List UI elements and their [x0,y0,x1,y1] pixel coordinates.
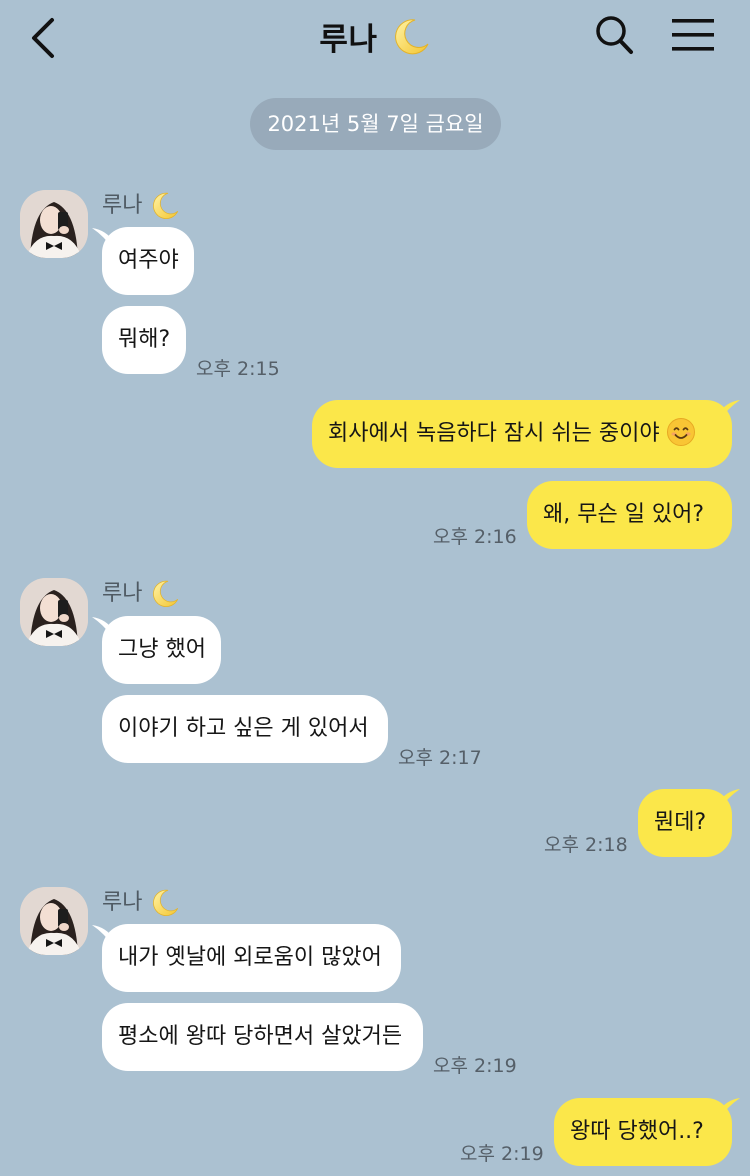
bubble-tail [718,789,740,811]
bubble-tail [718,1098,740,1120]
profile-photo [20,887,88,955]
bubble-tail [718,400,740,422]
message-text: 회사에서 녹음하다 잠시 쉬는 중이야 [328,421,660,446]
sender-name: 루나 [102,190,180,222]
avatar[interactable] [20,887,88,955]
message-bubble[interactable]: 왕따 당했어..? [554,1098,732,1166]
message-bubble[interactable]: 이야기 하고 싶은 게 있어서 [102,695,388,763]
crescent-moon-icon [153,580,179,607]
message-bubble[interactable]: 평소에 왕따 당하면서 살았거든 [102,1003,423,1071]
message-time: 오후 2:17 [398,747,482,769]
message-bubble[interactable]: 그냥 했어 [102,616,221,684]
smiling-face-emoji [666,418,695,446]
message-time: 오후 2:16 [433,526,517,548]
message-time: 오후 2:15 [196,358,280,380]
avatar[interactable] [20,578,88,646]
message-bubble[interactable]: 내가 옛날에 외로움이 많았어 [102,924,401,992]
sender-name: 루나 [102,578,180,610]
chat-title-area: 루나 [0,14,750,60]
chat-header: 루나 [0,0,750,80]
message-time: 오후 2:19 [433,1055,517,1077]
search-icon [596,16,633,54]
message-bubble[interactable]: 회사에서 녹음하다 잠시 쉬는 중이야 [312,400,732,468]
avatar[interactable] [20,190,88,258]
profile-photo [20,190,88,258]
message-bubble[interactable]: 왜, 무슨 일 있어? [527,481,732,549]
message-bubble[interactable]: 여주야 [102,227,194,295]
profile-photo [20,578,88,646]
message-time: 오후 2:18 [544,834,628,856]
message-time: 오후 2:19 [460,1143,544,1165]
crescent-moon-icon [153,192,179,219]
date-divider: 2021년 5월 7일 금요일 [250,98,501,150]
menu-icon [672,19,714,51]
search-button[interactable] [594,14,634,56]
crescent-moon-icon [153,889,179,916]
message-bubble[interactable]: 뭐해? [102,306,186,374]
chat-title: 루나 [319,22,378,58]
sender-name: 루나 [102,887,180,919]
crescent-moon-icon [394,18,429,54]
menu-button[interactable] [670,17,716,53]
